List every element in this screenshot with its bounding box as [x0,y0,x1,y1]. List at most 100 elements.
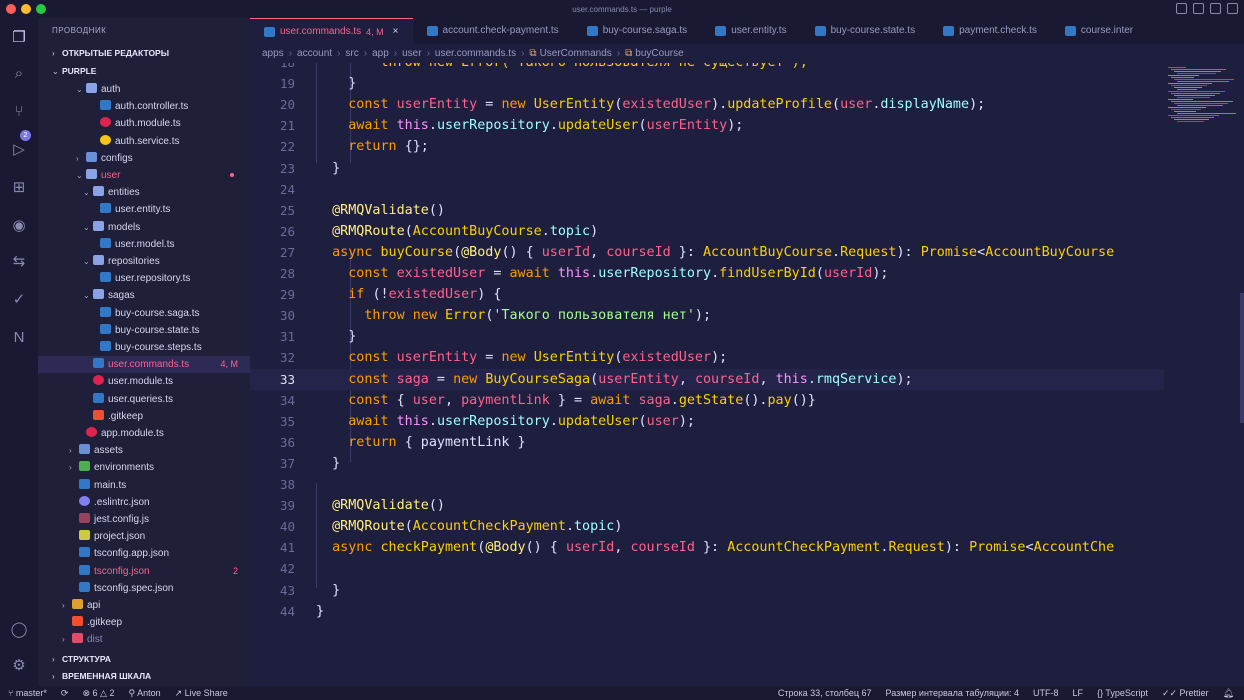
explorer-icon[interactable]: ❐ [8,26,30,48]
minimize-window-button[interactable] [21,4,31,14]
tree-item-entities[interactable]: ⌄ entities [38,184,250,201]
prettier-status[interactable]: ✓✓ Prettier [1162,688,1209,699]
code-line[interactable]: 19 } [250,73,1164,94]
sync-icon[interactable]: ⟳ [61,688,69,699]
code-line[interactable]: 28 const existedUser = await this.userRe… [250,263,1164,284]
breadcrumb-segment[interactable]: apps [262,48,284,59]
tree-item-user-repository-ts[interactable]: user.repository.ts [38,270,250,287]
breadcrumb-segment[interactable]: user [402,48,421,59]
tab-user-commands-ts[interactable]: user.commands.ts 4, M × [250,18,413,44]
language-mode[interactable]: {} TypeScript [1097,688,1148,698]
tree-item-user-entity-ts[interactable]: user.entity.ts [38,201,250,218]
code-line[interactable]: 32 const userEntity = new UserEntity(exi… [250,347,1164,368]
code-line[interactable]: 30 throw new Error('Такого пользователя … [250,305,1164,326]
code-line[interactable]: 18 throw new Error('Такого пользователя … [250,63,1164,73]
remote-icon[interactable]: ⇆ [8,250,30,272]
testing-icon[interactable]: ✓ [8,288,30,310]
cursor-position[interactable]: Строка 33, столбец 67 [778,688,872,698]
toggle-sidebar-icon[interactable] [1176,3,1187,14]
breadcrumb-segment[interactable]: src [345,48,358,59]
tree-item-dist[interactable]: › dist [38,631,250,648]
source-control-icon[interactable]: ⑂ [8,100,30,122]
breadcrumb-segment[interactable]: app [372,48,389,59]
tab-buy-course-saga-ts[interactable]: buy-course.saga.ts [573,18,702,44]
customize-layout-icon[interactable] [1227,3,1238,14]
code-line[interactable]: 27 async buyCourse(@Body() { userId, cou… [250,242,1164,263]
toggle-secondary-sidebar-icon[interactable] [1210,3,1221,14]
vertical-scrollbar[interactable] [1240,293,1244,423]
tree-item-auth-controller-ts[interactable]: auth.controller.ts [38,98,250,115]
tree-item-project-json[interactable]: project.json [38,528,250,545]
section-open-editors[interactable]: › ОТКРЫТЫЕ РЕДАКТОРЫ [38,45,250,62]
toggle-panel-icon[interactable] [1193,3,1204,14]
tree-item-configs[interactable]: › configs [38,150,250,167]
tree-item-sagas[interactable]: ⌄ sagas [38,287,250,304]
nx-console-icon[interactable]: N [8,326,30,348]
code-line[interactable]: 43 } [250,580,1164,601]
tree-item-auth[interactable]: ⌄ auth [38,81,250,98]
tab-user-entity-ts[interactable]: user.entity.ts [701,18,800,44]
code-line[interactable]: 35 await this.userRepository.updateUser(… [250,411,1164,432]
tree-item-buy-course-steps-ts[interactable]: buy-course.steps.ts [38,339,250,356]
tree-item-app-module-ts[interactable]: app.module.ts [38,425,250,442]
tree-item-auth-module-ts[interactable]: auth.module.ts [38,115,250,132]
branch-status[interactable]: ⑂ master* [8,688,47,698]
extensions-icon[interactable]: ⊞ [8,176,30,198]
tree-item-buy-course-saga-ts[interactable]: buy-course.saga.ts [38,305,250,322]
code-line[interactable]: 26 @RMQRoute(AccountBuyCourse.topic) [250,221,1164,242]
code-line[interactable]: 21 await this.userRepository.updateUser(… [250,115,1164,136]
tree-item-tsconfig-json[interactable]: tsconfig.json 2 [38,563,250,580]
code-line[interactable]: 29 if (!existedUser) { [250,284,1164,305]
section-structure[interactable]: › СТРУКТУРА [38,651,250,668]
tab-buy-course-state-ts[interactable]: buy-course.state.ts [801,18,929,44]
tree-item-user[interactable]: ⌄ user [38,167,250,184]
tree-item-assets[interactable]: › assets [38,442,250,459]
settings-gear-icon[interactable]: ⚙ [8,654,30,676]
run-debug-icon[interactable]: ▷ [8,138,30,160]
tab-account-check-payment-ts[interactable]: account.check-payment.ts [413,18,573,44]
breadcrumb-segment[interactable]: user.commands.ts [435,48,516,59]
code-line[interactable]: 31 } [250,326,1164,347]
tree-item-tsconfig-spec-json[interactable]: tsconfig.spec.json [38,580,250,597]
tree-item-buy-course-state-ts[interactable]: buy-course.state.ts [38,322,250,339]
problems-status[interactable]: ⊗ 6 △ 2 [82,688,114,699]
breadcrumb-segment[interactable]: account [297,48,332,59]
code-editor[interactable]: 18 throw new Error('Такого пользователя … [250,63,1164,686]
minimap[interactable] [1164,63,1244,686]
account-icon[interactable]: ◯ [8,618,30,640]
tree-item--eslintrc-json[interactable]: .eslintrc.json [38,494,250,511]
tree-item-jest-config-js[interactable]: jest.config.js [38,511,250,528]
code-line[interactable]: 36 return { paymentLink } [250,432,1164,453]
tree-item-user-module-ts[interactable]: user.module.ts [38,373,250,390]
tree-item-tsconfig-app-json[interactable]: tsconfig.app.json [38,545,250,562]
code-line[interactable]: 37 } [250,453,1164,474]
tree-item-models[interactable]: ⌄ models [38,219,250,236]
code-line[interactable]: 33 const saga = new BuyCourseSaga(userEn… [250,368,1164,390]
section-timeline[interactable]: › ВРЕМЕННАЯ ШКАЛА [38,668,250,685]
code-line[interactable]: 39 @RMQValidate() [250,495,1164,516]
notifications-icon[interactable]: 🔔︎ [1223,688,1234,699]
code-line[interactable]: 24 [250,179,1164,200]
breadcrumb-segment[interactable]: UserCommands [540,48,612,59]
code-line[interactable]: 41 async checkPayment(@Body() { userId, … [250,537,1164,558]
tree-item-api[interactable]: › api [38,597,250,614]
tree-item-main-ts[interactable]: main.ts [38,477,250,494]
tree-item-auth-service-ts[interactable]: auth.service.ts [38,133,250,150]
tree-item--gitkeep[interactable]: .gitkeep [38,408,250,425]
section-project[interactable]: ⌄ PURPLE [38,63,250,80]
close-icon[interactable]: × [393,19,399,45]
tree-item-user-commands-ts[interactable]: user.commands.ts 4, M [38,356,250,374]
code-line[interactable]: 20 const userEntity = new UserEntity(exi… [250,94,1164,115]
breadcrumb-segment[interactable]: buyCourse [635,48,683,59]
user-status[interactable]: ⚲ Anton [128,688,160,699]
close-window-button[interactable] [6,4,16,14]
indentation-status[interactable]: Размер интервала табуляции: 4 [886,688,1020,698]
live-share-status[interactable]: ↗ Live Share [175,688,228,699]
tree-item-environments[interactable]: › environments [38,459,250,476]
encoding-status[interactable]: UTF-8 [1033,688,1059,698]
code-line[interactable]: 42 [250,558,1164,579]
tree-item-user-model-ts[interactable]: user.model.ts [38,236,250,253]
github-icon[interactable]: ◉ [8,214,30,236]
search-icon[interactable]: ⌕ [8,62,30,84]
code-line[interactable]: 44} [250,601,1164,622]
